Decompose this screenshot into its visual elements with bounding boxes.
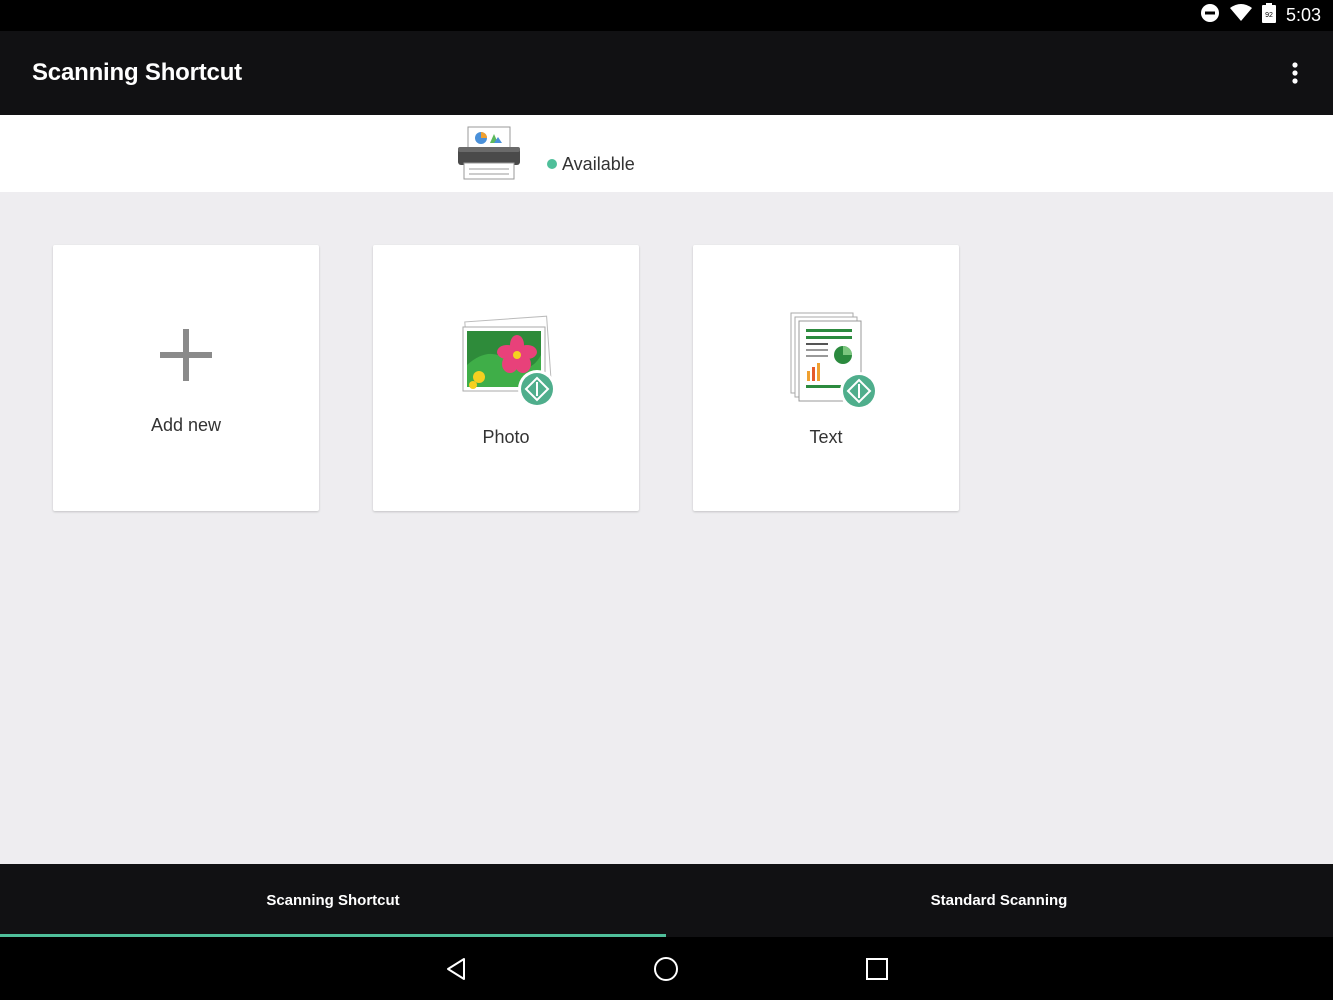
- tab-label: Standard Scanning: [930, 892, 1068, 909]
- status-icons: 92 5:03: [1200, 0, 1321, 31]
- device-status-strip[interactable]: Available: [0, 115, 1333, 192]
- photo-scan-icon: [462, 315, 556, 408]
- printer-scanner-icon: [458, 126, 520, 180]
- status-indicator-dot: [547, 159, 557, 169]
- shortcut-grid: Add new Photo Text: [0, 192, 1333, 864]
- device-availability-status: Available: [562, 154, 635, 174]
- plus-icon: [160, 329, 212, 381]
- photo-shortcut-tile[interactable]: Photo: [373, 245, 639, 511]
- page-title: Scanning Shortcut: [32, 59, 242, 86]
- app-bar: Scanning Shortcut: [0, 31, 1333, 115]
- home-button[interactable]: [650, 953, 682, 985]
- tile-label: Text: [809, 427, 843, 447]
- status-time: 5:03: [1285, 5, 1321, 25]
- do-not-disturb-icon: [1200, 3, 1220, 28]
- back-triangle-icon: [447, 958, 465, 980]
- home-circle-icon: [654, 957, 678, 981]
- battery-icon: 92: [1261, 3, 1276, 28]
- recents-button[interactable]: [861, 953, 893, 985]
- tab-label: Scanning Shortcut: [266, 892, 400, 909]
- tile-label: Photo: [482, 427, 530, 447]
- battery-level-text: 92: [1265, 12, 1273, 19]
- overflow-menu-button[interactable]: [1279, 57, 1311, 89]
- back-button[interactable]: [440, 953, 472, 985]
- tab-scanning-shortcut[interactable]: Scanning Shortcut: [0, 864, 666, 937]
- text-shortcut-tile[interactable]: Text: [693, 245, 959, 511]
- wifi-icon: [1229, 4, 1252, 27]
- tile-label: Add new: [150, 415, 222, 435]
- document-scan-icon: [790, 312, 878, 410]
- recents-square-icon: [866, 958, 888, 980]
- more-vert-icon: [1292, 62, 1298, 84]
- status-bar: 92 5:03: [0, 0, 1333, 31]
- system-navigation-bar: [0, 937, 1333, 1000]
- add-new-shortcut-tile[interactable]: Add new: [53, 245, 319, 511]
- bottom-tab-bar: Scanning Shortcut Standard Scanning: [0, 864, 1333, 937]
- tab-standard-scanning[interactable]: Standard Scanning: [666, 864, 1332, 937]
